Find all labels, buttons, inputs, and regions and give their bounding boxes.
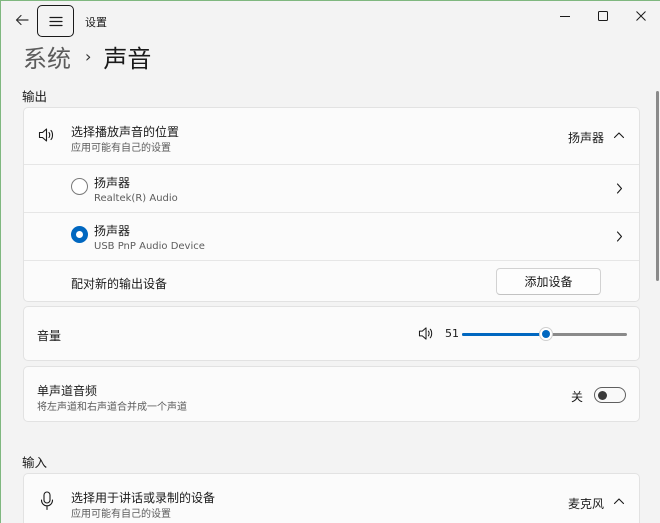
settings-window: 设置 系统 › 声音 输出 选择播放声音的位置 应用可能有自己的设置 扬声器 扬… (0, 0, 660, 523)
volume-slider[interactable] (462, 326, 627, 342)
output-device-card: 选择播放声音的位置 应用可能有自己的设置 扬声器 扬声器 Realtek(R) … (23, 107, 640, 302)
pair-new-label: 配对新的输出设备 (71, 277, 168, 291)
volume-value: 51 (445, 327, 459, 340)
input-selector-subtitle: 应用可能有自己的设置 (71, 509, 171, 520)
output-device-item-realtek[interactable]: 扬声器 Realtek(R) Audio (24, 165, 639, 212)
volume-card: 音量 51 (23, 306, 640, 361)
volume-slider-thumb[interactable] (539, 327, 553, 341)
pair-new-output-row: 配对新的输出设备 添加设备 (24, 261, 639, 303)
input-section-label: 输入 (22, 455, 48, 470)
back-button[interactable] (9, 9, 35, 31)
chevron-right-icon[interactable] (614, 182, 624, 194)
device-detail: USB PnP Audio Device (94, 241, 205, 252)
input-selected-value: 麦克风 (568, 497, 605, 511)
volume-label: 音量 (37, 329, 62, 343)
maximize-button[interactable] (585, 3, 621, 29)
device-detail: Realtek(R) Audio (94, 193, 178, 204)
hamburger-icon (48, 16, 63, 26)
add-device-button[interactable]: 添加设备 (496, 268, 601, 295)
close-icon (636, 11, 646, 21)
speaker-icon (37, 125, 57, 145)
minimize-icon (560, 16, 570, 17)
output-device-item-usb[interactable]: 扬声器 USB PnP Audio Device (24, 213, 639, 260)
input-selector-title: 选择用于讲话或录制的设备 (71, 491, 216, 505)
chevron-right-icon[interactable] (614, 230, 624, 242)
scrollbar[interactable] (656, 91, 659, 281)
output-section-label: 输出 (22, 89, 48, 104)
mono-audio-title: 单声道音频 (37, 384, 98, 398)
mono-audio-subtitle: 将左声道和右声道合并成一个声道 (37, 402, 187, 413)
input-device-card: 选择用于讲话或录制的设备 应用可能有自己的设置 麦克风 (23, 473, 640, 523)
navigation-menu-button[interactable] (37, 5, 74, 37)
back-arrow-icon (15, 14, 29, 26)
breadcrumb-chevron-icon: › (85, 46, 92, 66)
mono-audio-state-label: 关 (571, 390, 584, 404)
minimize-button[interactable] (547, 3, 583, 29)
input-device-selector[interactable]: 选择用于讲话或录制的设备 应用可能有自己的设置 麦克风 (24, 474, 639, 523)
app-title: 设置 (85, 16, 107, 29)
title-bar: 设置 (1, 1, 660, 37)
mono-audio-toggle[interactable] (594, 387, 626, 403)
chevron-up-icon[interactable] (612, 128, 626, 142)
device-name: 扬声器 (94, 176, 131, 190)
mono-audio-card: 单声道音频 将左声道和右声道合并成一个声道 关 (23, 366, 640, 422)
output-selector-title: 选择播放声音的位置 (71, 125, 180, 139)
device-radio-realtek[interactable] (71, 178, 88, 195)
speaker-icon[interactable] (417, 325, 435, 341)
microphone-icon (38, 490, 56, 512)
close-button[interactable] (623, 3, 659, 29)
page-title: 声音 (103, 44, 152, 73)
output-selector-subtitle: 应用可能有自己的设置 (71, 143, 171, 154)
breadcrumb-parent-link[interactable]: 系统 (23, 39, 71, 74)
breadcrumb: 系统 › 声音 (23, 39, 151, 73)
device-radio-usb[interactable] (71, 226, 88, 243)
output-device-selector[interactable]: 选择播放声音的位置 应用可能有自己的设置 扬声器 (24, 108, 639, 164)
toggle-knob (598, 390, 607, 400)
device-name: 扬声器 (94, 224, 131, 238)
volume-slider-fill (462, 333, 546, 336)
maximize-icon (598, 11, 608, 21)
output-selected-value: 扬声器 (568, 131, 605, 145)
chevron-up-icon[interactable] (612, 494, 626, 508)
